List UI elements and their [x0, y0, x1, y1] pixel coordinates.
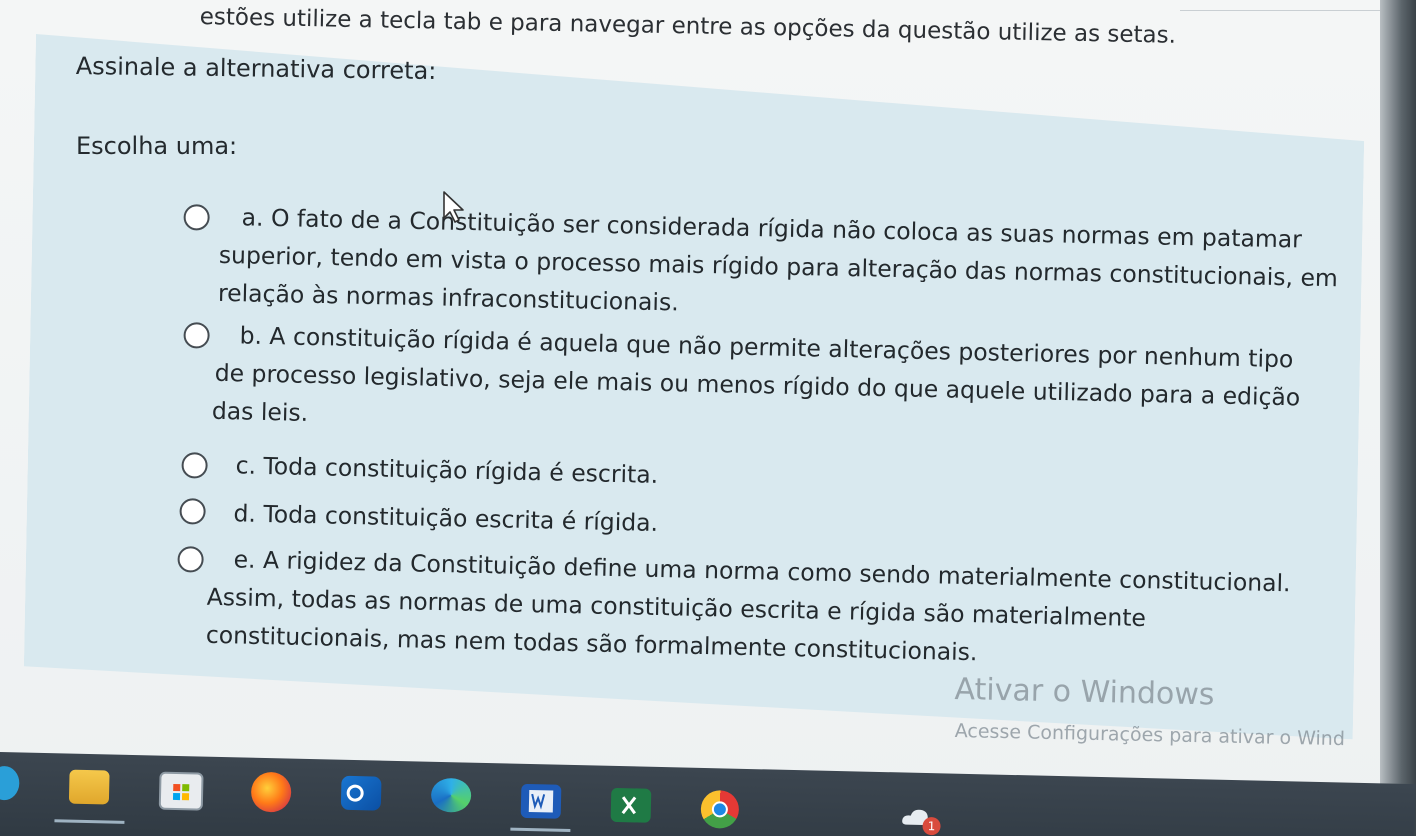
activate-windows-title: Ativar o Windows — [954, 672, 1215, 713]
mouse-cursor-icon — [443, 191, 464, 223]
active-indicator — [54, 819, 125, 824]
notification-badge: 1 — [922, 816, 941, 836]
choose-label: Escolha uma: — [76, 132, 238, 160]
excel-icon[interactable] — [610, 787, 652, 823]
monitor-bezel — [1380, 0, 1416, 836]
option-b-line-3: das leis. — [211, 396, 309, 427]
outlook-icon[interactable] — [340, 775, 382, 811]
active-indicator — [510, 827, 571, 832]
taskbar: 1 — [0, 752, 1416, 836]
word-icon[interactable] — [520, 783, 562, 819]
edge-icon[interactable] — [430, 777, 472, 813]
search-icon[interactable] — [0, 765, 20, 801]
screen: estões utilize a tecla tab e para navega… — [0, 0, 1416, 836]
divider — [1180, 10, 1380, 11]
file-explorer-icon[interactable] — [68, 769, 110, 805]
chrome-icon[interactable] — [700, 789, 740, 829]
firefox-icon[interactable] — [250, 771, 292, 813]
microsoft-store-icon[interactable] — [158, 771, 204, 811]
question-prompt: Assinale a alternativa correta: — [75, 52, 437, 86]
navigation-instruction: estões utilize a tecla tab e para navega… — [199, 4, 1177, 49]
